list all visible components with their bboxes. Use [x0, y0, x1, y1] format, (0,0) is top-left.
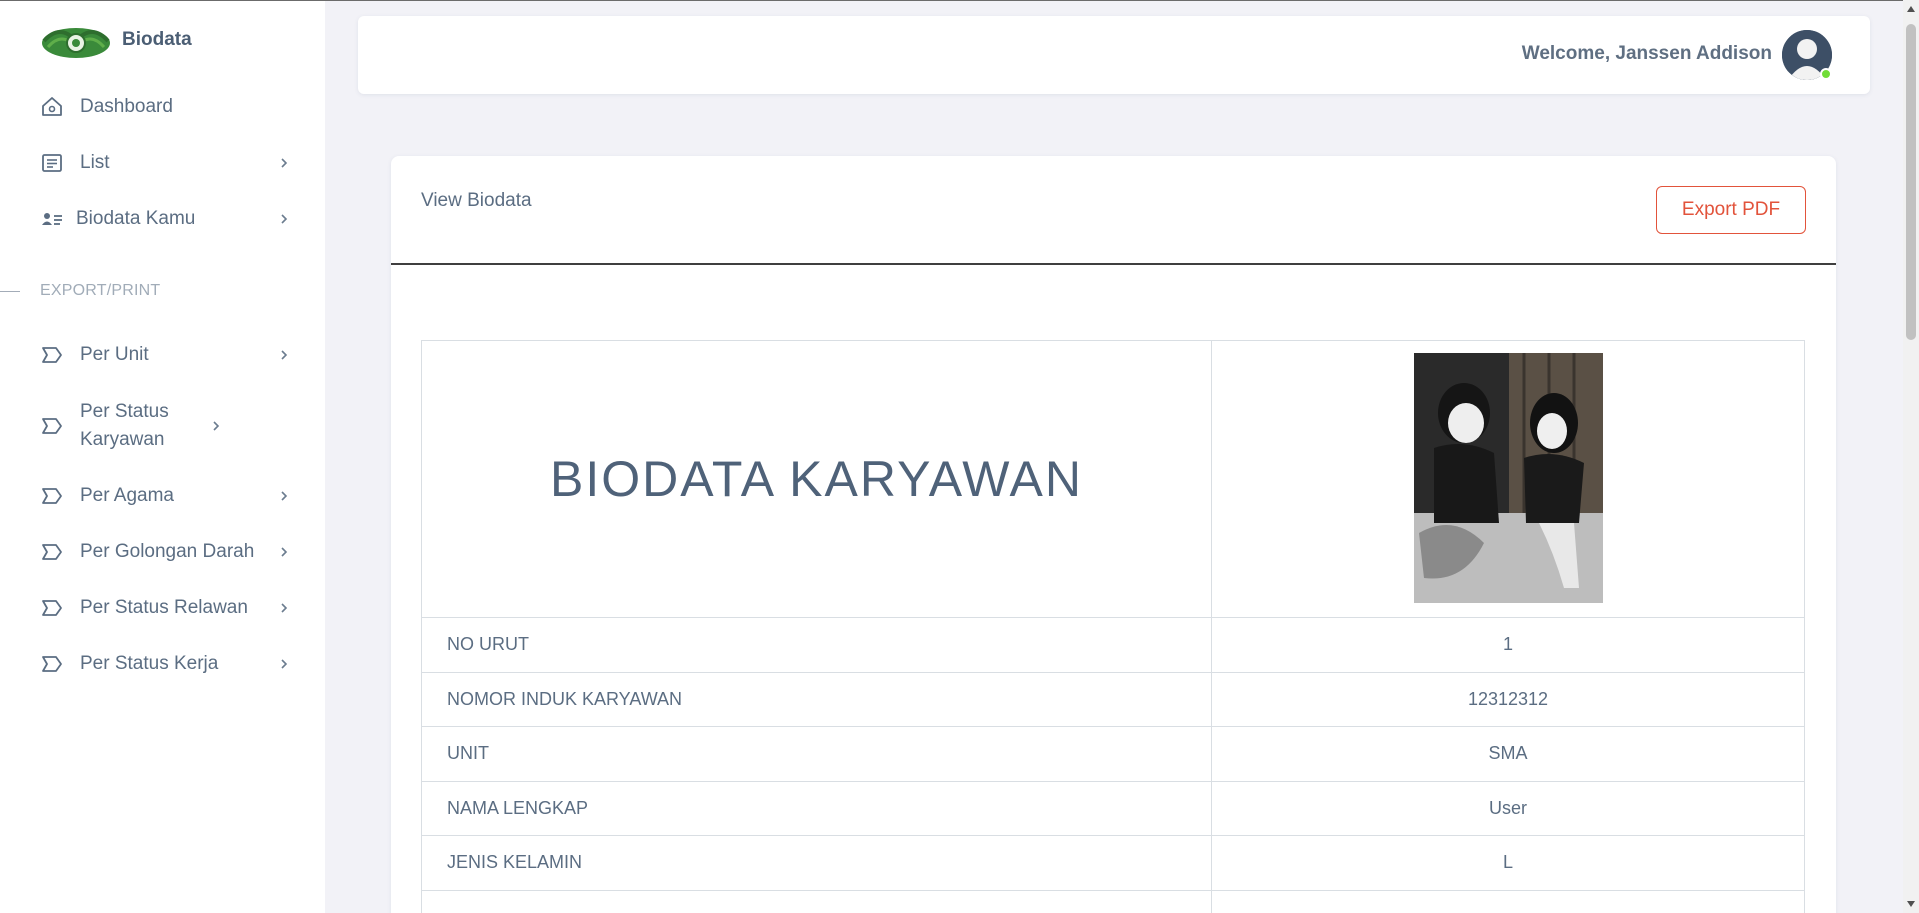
sidebar-item-label: List [80, 152, 110, 173]
card-title: View Biodata [421, 190, 532, 211]
row-value-cutoff [1211, 889, 1805, 913]
page-scrollbar[interactable] [1903, 0, 1919, 913]
brand[interactable]: Biodata [40, 19, 192, 61]
chevron-right-icon [278, 658, 290, 670]
table-row: UNIT SMA [421, 726, 1805, 782]
tag-icon [40, 484, 64, 508]
table-row-partial [421, 889, 1805, 913]
chevron-right-icon [210, 420, 222, 432]
export-pdf-button[interactable]: Export PDF [1656, 186, 1806, 234]
welcome-text: Welcome, Janssen Addison [1521, 43, 1772, 64]
scroll-up-arrow-icon[interactable] [1907, 6, 1915, 12]
tag-icon [40, 414, 64, 438]
sidebar-item-per-status-karyawan[interactable]: Per Status Karyawan [40, 398, 290, 454]
top-navbar: Welcome, Janssen Addison [358, 16, 1870, 94]
sidebar-item-per-agama[interactable]: Per Agama [40, 482, 290, 510]
row-value: 12312312 [1211, 671, 1805, 727]
sidebar-item-per-unit[interactable]: Per Unit [40, 341, 290, 369]
row-label: NOMOR INDUK KARYAWAN [421, 671, 1212, 727]
user-card-icon [40, 207, 64, 231]
chevron-right-icon [278, 349, 290, 361]
sidebar: Biodata Dashboard List Biodata Kamu EXPO… [0, 1, 325, 913]
tag-icon [40, 540, 64, 564]
row-label: NAMA LENGKAP [421, 780, 1212, 836]
chevron-right-icon [278, 490, 290, 502]
table-row: JENIS KELAMIN L [421, 835, 1805, 891]
sidebar-item-label: Biodata Kamu [76, 208, 196, 229]
biodata-heading: BIODATA KARYAWAN [549, 451, 1084, 507]
section-header-export: EXPORT/PRINT [40, 282, 161, 299]
table-row: NAMA LENGKAP User [421, 780, 1805, 836]
sidebar-item-biodata-kamu[interactable]: Biodata Kamu [40, 205, 290, 233]
online-status-dot [1820, 68, 1832, 80]
tag-icon [40, 343, 64, 367]
row-value: User [1211, 780, 1805, 836]
tag-icon [40, 652, 64, 676]
sidebar-item-label: Per Status Karyawan [80, 401, 169, 450]
table-row: NO URUT 1 [421, 617, 1805, 673]
employee-photo [1413, 353, 1603, 603]
sidebar-item-label: Dashboard [80, 96, 173, 117]
row-value: SMA [1211, 726, 1805, 782]
photo-cell [1211, 340, 1805, 618]
row-label: UNIT [421, 726, 1212, 782]
biodata-table: BIODATA KARYAWAN NO URUT 1 NOMOR INDUK K… [421, 340, 1805, 913]
row-value: 1 [1211, 617, 1805, 673]
sidebar-item-dashboard[interactable]: Dashboard [40, 93, 290, 121]
scroll-down-arrow-icon[interactable] [1907, 901, 1915, 907]
sidebar-item-per-status-relawan[interactable]: Per Status Relawan [40, 594, 290, 622]
chevron-right-icon [278, 157, 290, 169]
list-icon [40, 151, 64, 175]
sidebar-item-label: Per Unit [80, 344, 149, 365]
sidebar-item-label: Per Golongan Darah [80, 541, 255, 562]
sidebar-item-list[interactable]: List [40, 149, 290, 177]
sidebar-item-label: Per Status Relawan [80, 597, 248, 618]
chevron-right-icon [278, 546, 290, 558]
table-row: NOMOR INDUK KARYAWAN 12312312 [421, 671, 1805, 727]
sidebar-item-label: Per Agama [80, 485, 174, 506]
chevron-right-icon [278, 602, 290, 614]
sidebar-item-per-status-kerja[interactable]: Per Status Kerja [40, 650, 290, 678]
home-icon [40, 95, 64, 119]
biodata-card: View Biodata Export PDF BIODATA KARYAWAN [391, 156, 1836, 913]
row-value: L [1211, 835, 1805, 891]
card-divider [391, 263, 1836, 265]
brand-name: Biodata [122, 29, 192, 50]
row-label: NO URUT [421, 617, 1212, 673]
table-header-row: BIODATA KARYAWAN [421, 340, 1805, 618]
scrollbar-thumb[interactable] [1906, 24, 1916, 340]
sidebar-item-label: Per Status Kerja [80, 653, 219, 674]
chevron-right-icon [278, 213, 290, 225]
row-label-cutoff [421, 889, 1212, 913]
row-label: JENIS KELAMIN [421, 835, 1212, 891]
brand-logo-icon [40, 19, 112, 61]
heading-cell: BIODATA KARYAWAN [421, 340, 1212, 618]
sidebar-item-per-golongan-darah[interactable]: Per Golongan Darah [40, 538, 290, 566]
section-divider [0, 291, 20, 292]
tag-icon [40, 596, 64, 620]
